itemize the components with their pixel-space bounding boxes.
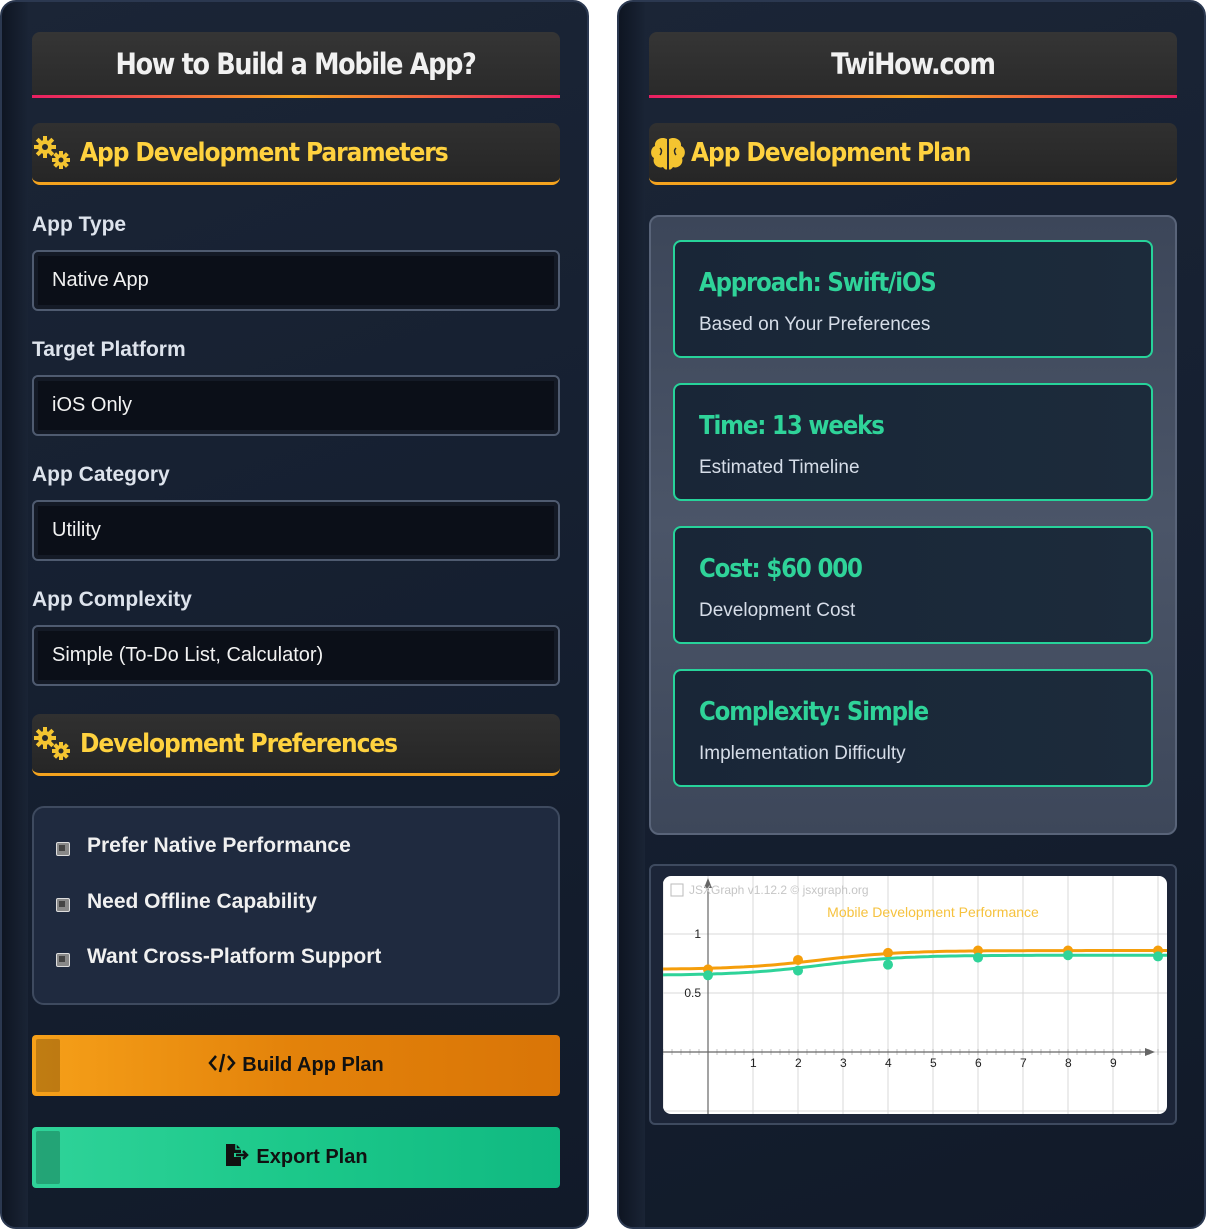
preferences-box: Prefer Native Performance Need Offline C…	[32, 806, 560, 1005]
app-category-select[interactable]: Utility	[32, 500, 560, 561]
panel-edge	[619, 2, 645, 1227]
x-axis-arrow	[1145, 1048, 1155, 1056]
cost-value: Cost: $60 000	[699, 554, 863, 584]
params-header: App Development Parameters	[32, 123, 560, 185]
checkbox[interactable]	[56, 953, 70, 967]
approach-value: Approach: Swift/iOS	[699, 268, 937, 298]
y-tick-label: 1	[694, 927, 701, 941]
x-tick-label: 2	[795, 1056, 802, 1070]
checkbox[interactable]	[56, 898, 70, 912]
x-tick-label: 3	[840, 1056, 847, 1070]
target-platform-label: Target Platform	[32, 338, 186, 361]
pref-offline-capability[interactable]: Need Offline Capability	[56, 890, 317, 914]
x-tick-label: 6	[975, 1056, 982, 1070]
complexity-caption: Implementation Difficulty	[699, 743, 906, 764]
export-plan-button[interactable]: Export Plan	[32, 1127, 560, 1188]
chart-frame: 1 2 3 4 5 6 7 8 9 0.5 1 JSXGraph v1.12.2 © jsxgraph…	[649, 864, 1177, 1125]
y-tick-label: 0.5	[684, 986, 701, 1000]
app-type-select[interactable]: Native App	[32, 250, 560, 311]
plan-results: Approach: Swift/iOS Based on Your Prefer…	[649, 215, 1177, 835]
x-tick-label: 8	[1065, 1056, 1072, 1070]
chart-svg: 1 2 3 4 5 6 7 8 9 0.5 1 JSXGraph v1.12.2 © jsxgraph…	[663, 876, 1167, 1114]
cost-caption: Development Cost	[699, 600, 856, 621]
x-tick-label: 1	[750, 1056, 757, 1070]
prefs-header-text: Development Preferences	[80, 728, 398, 759]
complexity-card: Complexity: Simple Implementation Diffic…	[673, 669, 1153, 787]
build-button-label: Build App Plan	[242, 1054, 384, 1076]
brain-icon	[649, 133, 687, 173]
pref-label: Want Cross-Platform Support	[87, 945, 382, 968]
cost-card: Cost: $60 000 Development Cost	[673, 526, 1153, 644]
series-point-0	[883, 947, 893, 958]
pref-cross-platform[interactable]: Want Cross-Platform Support	[56, 945, 381, 969]
gears-icon	[32, 133, 76, 173]
x-tick-label: 9	[1110, 1056, 1117, 1070]
pref-label: Prefer Native Performance	[87, 834, 351, 857]
series-point-1	[1063, 950, 1073, 961]
chart-watermark: JSXGraph v1.12.2 © jsxgraph.org	[689, 883, 869, 897]
file-export-icon	[224, 1143, 250, 1173]
target-platform-select[interactable]: iOS Only	[32, 375, 560, 436]
right-panel: TwiHow.com App Development Plan Approach…	[617, 0, 1206, 1229]
page-title: How to Build a Mobile App?	[32, 32, 560, 98]
app-type-label: App Type	[32, 213, 127, 236]
site-title-text: TwiHow.com	[831, 46, 996, 81]
series-point-1	[703, 970, 713, 981]
time-card: Time: 13 weeks Estimated Timeline	[673, 383, 1153, 501]
time-value: Time: 13 weeks	[699, 411, 885, 441]
export-button-label: Export Plan	[256, 1146, 368, 1168]
gears-icon	[32, 724, 76, 764]
button-grip	[36, 1131, 60, 1184]
button-grip	[36, 1039, 60, 1092]
prefs-header: Development Preferences	[32, 714, 560, 776]
pref-native-performance[interactable]: Prefer Native Performance	[56, 834, 351, 858]
plan-header: App Development Plan	[649, 123, 1177, 185]
performance-chart[interactable]: 1 2 3 4 5 6 7 8 9 0.5 1 JSXGraph v1.12.2 © jsxgraph…	[663, 876, 1167, 1114]
chart-title: Mobile Development Performance	[827, 904, 1039, 920]
approach-card: Approach: Swift/iOS Based on Your Prefer…	[673, 240, 1153, 358]
left-panel: How to Build a Mobile App? App Developme…	[0, 0, 589, 1229]
x-tick-label: 7	[1020, 1056, 1027, 1070]
pref-label: Need Offline Capability	[87, 890, 317, 913]
series-point-0	[793, 954, 803, 965]
build-app-plan-button[interactable]: Build App Plan	[32, 1035, 560, 1096]
series-point-1	[1153, 951, 1163, 962]
complexity-value: Complexity: Simple	[699, 697, 929, 727]
app-complexity-select[interactable]: Simple (To-Do List, Calculator)	[32, 625, 560, 686]
app-complexity-label: App Complexity	[32, 588, 192, 611]
site-title: TwiHow.com	[649, 32, 1177, 98]
panel-edge	[2, 2, 28, 1227]
page-title-text: How to Build a Mobile App?	[115, 46, 477, 81]
code-icon	[208, 1053, 236, 1079]
series-line-0	[663, 949, 1167, 971]
approach-caption: Based on Your Preferences	[699, 314, 931, 335]
series-point-1	[883, 959, 893, 970]
x-tick-label: 5	[930, 1056, 937, 1070]
series-line-1	[663, 953, 1167, 977]
x-tick-label: 4	[885, 1056, 892, 1070]
app-category-label: App Category	[32, 463, 170, 486]
jsxgraph-logo-icon	[670, 883, 684, 897]
time-caption: Estimated Timeline	[699, 457, 860, 478]
series-point-1	[793, 965, 803, 976]
series-point-1	[973, 952, 983, 963]
params-header-text: App Development Parameters	[80, 137, 449, 168]
plan-header-text: App Development Plan	[691, 137, 971, 168]
checkbox[interactable]	[56, 842, 70, 856]
